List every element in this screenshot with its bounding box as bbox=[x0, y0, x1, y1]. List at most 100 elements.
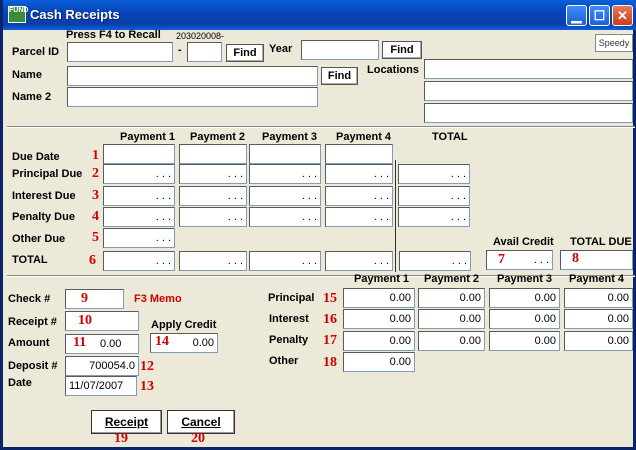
grid-divider bbox=[395, 160, 396, 272]
dist-interest-p2[interactable]: 0.00 bbox=[418, 309, 485, 329]
total-p3[interactable]: . . . bbox=[249, 251, 321, 271]
location-input-2[interactable] bbox=[424, 81, 633, 101]
dist-penalty-p2[interactable]: 0.00 bbox=[418, 331, 485, 351]
dist-principal-p2[interactable]: 0.00 bbox=[418, 288, 485, 308]
maximize-button[interactable]: ☐ bbox=[589, 5, 610, 26]
avail-credit-num: 7 bbox=[498, 252, 505, 267]
dist-penalty-num: 17 bbox=[323, 333, 337, 348]
year-label: Year bbox=[269, 43, 293, 55]
cancel-button-num: 20 bbox=[191, 431, 205, 446]
dist-principal-p3[interactable]: 0.00 bbox=[489, 288, 560, 308]
interest-due-p3[interactable]: . . . bbox=[249, 186, 321, 206]
penalty-due-p1[interactable]: . . . bbox=[103, 207, 175, 227]
other-due-p1[interactable]: . . . bbox=[103, 228, 175, 248]
dist-col-payment1: Payment 1 bbox=[354, 273, 410, 285]
total-p1[interactable]: . . . bbox=[103, 251, 175, 271]
amount-label: Amount bbox=[8, 337, 50, 349]
check-num: 9 bbox=[81, 291, 88, 306]
due-col-payment3: Payment 3 bbox=[262, 131, 318, 143]
dist-penalty-p1[interactable]: 0.00 bbox=[343, 331, 415, 351]
principal-due-p1[interactable]: . . . bbox=[103, 164, 175, 184]
parcel-id-input[interactable] bbox=[67, 42, 173, 62]
dist-penalty-label: Penalty bbox=[269, 334, 309, 346]
due-date-p2[interactable] bbox=[179, 144, 247, 164]
total-p4[interactable]: . . . bbox=[325, 251, 393, 271]
find-name-button[interactable]: Find bbox=[321, 67, 358, 85]
find-parcel-button[interactable]: Find bbox=[226, 44, 264, 62]
name-input[interactable] bbox=[67, 66, 318, 86]
check-label: Check # bbox=[8, 293, 51, 305]
interest-due-p2[interactable]: . . . bbox=[179, 186, 247, 206]
principal-due-p4[interactable]: . . . bbox=[325, 164, 393, 184]
deposit-num: 12 bbox=[140, 359, 154, 374]
principal-due-p3[interactable]: . . . bbox=[249, 164, 321, 184]
window-title: Cash Receipts bbox=[30, 7, 120, 22]
other-due-label: Other Due bbox=[12, 233, 66, 245]
principal-due-total[interactable]: . . . bbox=[398, 164, 470, 184]
penalty-due-p4[interactable]: . . . bbox=[325, 207, 393, 227]
check-input[interactable] bbox=[65, 289, 124, 309]
interest-due-p1[interactable]: . . . bbox=[103, 186, 175, 206]
apply-credit-label: Apply Credit bbox=[151, 319, 217, 331]
dist-principal-num: 15 bbox=[323, 291, 337, 306]
speedy-button[interactable]: Speedy bbox=[595, 34, 633, 52]
cash-receipts-window: FUND Cash Receipts ▁ ☐ ✕ Press F4 to Rec… bbox=[0, 0, 636, 450]
name-label: Name bbox=[12, 69, 42, 81]
penalty-due-p3[interactable]: . . . bbox=[249, 207, 321, 227]
name2-input[interactable] bbox=[67, 87, 318, 107]
parcel-dash: - bbox=[178, 44, 182, 56]
penalty-due-p2[interactable]: . . . bbox=[179, 207, 247, 227]
interest-due-total[interactable]: . . . bbox=[398, 186, 470, 206]
penalty-due-num: 4 bbox=[92, 209, 99, 224]
find-year-button[interactable]: Find bbox=[382, 41, 422, 59]
title-bar[interactable]: FUND Cash Receipts ▁ ☐ ✕ bbox=[3, 0, 636, 30]
interest-due-label: Interest Due bbox=[12, 190, 76, 202]
total-due-label: TOTAL DUE bbox=[570, 236, 632, 248]
dist-other-p1[interactable]: 0.00 bbox=[343, 352, 415, 372]
due-date-num: 1 bbox=[92, 148, 99, 163]
dist-interest-p4[interactable]: 0.00 bbox=[564, 309, 633, 329]
minimize-icon: ▁ bbox=[571, 8, 582, 23]
minimize-button[interactable]: ▁ bbox=[566, 5, 587, 26]
receipt-input[interactable] bbox=[65, 311, 139, 331]
dist-principal-label: Principal bbox=[268, 292, 315, 304]
dist-other-label: Other bbox=[269, 355, 299, 367]
total-p2[interactable]: . . . bbox=[179, 251, 247, 271]
total-due-input[interactable] bbox=[560, 250, 633, 270]
receipt-button-label: Receipt bbox=[104, 415, 149, 429]
principal-due-num: 2 bbox=[92, 166, 99, 181]
principal-due-p2[interactable]: . . . bbox=[179, 164, 247, 184]
parcel-suffix-input[interactable] bbox=[187, 42, 222, 62]
dist-interest-p1[interactable]: 0.00 bbox=[343, 309, 415, 329]
dist-penalty-p4[interactable]: 0.00 bbox=[564, 331, 633, 351]
penalty-due-label: Penalty Due bbox=[12, 211, 75, 223]
dist-interest-p3[interactable]: 0.00 bbox=[489, 309, 560, 329]
section-divider bbox=[7, 126, 635, 128]
dist-penalty-p3[interactable]: 0.00 bbox=[489, 331, 560, 351]
due-col-payment1: Payment 1 bbox=[120, 131, 176, 143]
interest-due-p4[interactable]: . . . bbox=[325, 186, 393, 206]
due-date-p3[interactable] bbox=[249, 144, 321, 164]
year-input[interactable] bbox=[301, 40, 379, 60]
dist-col-payment3: Payment 3 bbox=[497, 273, 553, 285]
recall-code: 203020008- bbox=[176, 31, 225, 41]
location-input-3[interactable] bbox=[424, 103, 633, 123]
location-input-1[interactable] bbox=[424, 59, 633, 79]
dist-principal-p1[interactable]: 0.00 bbox=[343, 288, 415, 308]
close-button[interactable]: ✕ bbox=[612, 5, 633, 26]
total-total[interactable]: . . . bbox=[399, 251, 471, 271]
avail-credit-input[interactable]: . . . bbox=[486, 250, 553, 270]
due-col-payment4: Payment 4 bbox=[336, 131, 392, 143]
maximize-icon: ☐ bbox=[593, 8, 606, 23]
due-date-p4[interactable] bbox=[325, 144, 393, 164]
dist-principal-p4[interactable]: 0.00 bbox=[564, 288, 633, 308]
due-date-p1[interactable] bbox=[103, 144, 175, 164]
date-input[interactable]: 11/07/2007 bbox=[65, 376, 137, 396]
deposit-input[interactable]: 700054.0 bbox=[65, 356, 139, 376]
date-num: 13 bbox=[140, 379, 154, 394]
dist-other-num: 18 bbox=[323, 355, 337, 370]
due-total-num: 6 bbox=[89, 253, 96, 268]
penalty-due-total[interactable]: . . . bbox=[398, 207, 470, 227]
interest-due-num: 3 bbox=[92, 188, 99, 203]
receipt-button-num: 19 bbox=[114, 431, 128, 446]
